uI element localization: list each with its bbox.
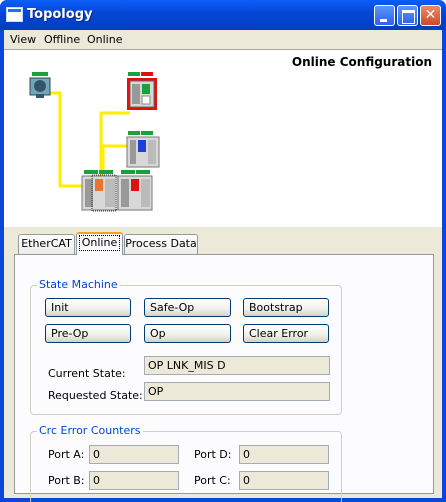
menu-view[interactable]: View xyxy=(10,33,36,46)
menu-bar: View Offline Online xyxy=(4,30,442,49)
window-client: View Offline Online Online Configuration xyxy=(4,30,442,502)
state-machine-group: State Machine Init Safe-Op Bootstrap Pre… xyxy=(30,278,342,415)
tab-online-label: Online xyxy=(78,235,121,251)
window-title: Topology xyxy=(27,7,93,22)
init-button[interactable]: Init xyxy=(45,298,131,317)
port-c-label: Port C: xyxy=(194,474,231,487)
requested-state-label: Requested State: xyxy=(48,389,143,402)
current-state-field: OP LNK_MIS D xyxy=(144,356,330,375)
clear-error-button[interactable]: Clear Error xyxy=(243,324,329,343)
menu-offline[interactable]: Offline xyxy=(44,33,80,46)
window-app-icon xyxy=(6,7,23,22)
port-a-label: Port A: xyxy=(48,448,85,461)
title-bar[interactable]: Topology ✕ xyxy=(0,0,446,30)
tab-control: EtherCAT Online Process Data State Machi… xyxy=(9,232,439,502)
port-c-field: 0 xyxy=(239,471,329,490)
state-machine-title: State Machine xyxy=(37,278,120,291)
master-device-icon[interactable] xyxy=(29,72,51,98)
online-tab-panel: State Machine Init Safe-Op Bootstrap Pre… xyxy=(14,254,434,502)
topology-diagram[interactable] xyxy=(4,50,442,228)
op-button[interactable]: Op xyxy=(144,324,231,343)
topology-view[interactable]: Online Configuration xyxy=(4,49,442,227)
tab-ethercat[interactable]: EtherCAT xyxy=(18,234,75,254)
close-icon: ✕ xyxy=(424,7,437,23)
minimize-button[interactable] xyxy=(374,5,395,26)
crc-error-counters-group: Crc Error Counters Port A: 0 Port D: 0 P… xyxy=(30,424,342,502)
port-b-label: Port B: xyxy=(48,474,85,487)
close-button[interactable]: ✕ xyxy=(420,5,441,26)
terminal-block-icon[interactable] xyxy=(81,170,119,212)
current-state-label: Current State: xyxy=(48,367,126,380)
port-b-field: 0 xyxy=(89,471,179,490)
topology-window: Topology ✕ View Offline Online Online Co… xyxy=(0,0,446,502)
terminal-block-icon[interactable] xyxy=(126,131,160,168)
tab-process-data[interactable]: Process Data xyxy=(124,234,198,254)
port-a-field: 0 xyxy=(89,445,179,464)
requested-state-field: OP xyxy=(144,382,330,401)
bootstrap-button[interactable]: Bootstrap xyxy=(243,298,329,317)
port-d-label: Port D: xyxy=(194,448,232,461)
menu-online[interactable]: Online xyxy=(87,33,122,46)
terminal-block-icon[interactable] xyxy=(117,170,153,211)
port-d-field: 0 xyxy=(239,445,329,464)
maximize-button[interactable] xyxy=(397,5,418,26)
terminal-block-icon[interactable] xyxy=(127,72,157,110)
pre-op-button[interactable]: Pre-Op xyxy=(45,324,131,343)
tab-online[interactable]: Online xyxy=(76,232,123,255)
safe-op-button[interactable]: Safe-Op xyxy=(144,298,231,317)
crc-error-counters-title: Crc Error Counters xyxy=(37,424,143,437)
